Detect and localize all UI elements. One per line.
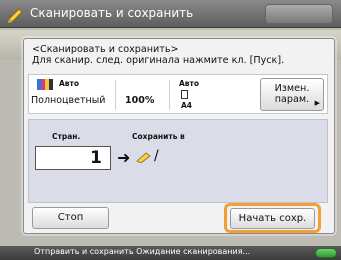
status-indicator-button[interactable] xyxy=(315,248,337,258)
scan-status-area: Стран. Сохранить в 1 ➜ / xyxy=(28,119,328,203)
pen-icon xyxy=(136,152,151,163)
dialog-message-line2: Для сканир. след. оригинала нажмите кл. … xyxy=(32,55,285,66)
divider xyxy=(169,80,170,110)
pages-label: Стран. xyxy=(52,132,81,141)
zoom-value: 100% xyxy=(125,95,155,106)
pages-count: 1 xyxy=(35,146,111,170)
start-save-button-highlight: Начать сохр. xyxy=(224,203,321,233)
color-mode-icon xyxy=(37,79,53,90)
pen-icon xyxy=(8,8,23,23)
paper-label: Авто xyxy=(179,79,200,88)
top-right-button[interactable] xyxy=(265,4,333,24)
dialog-message: <Сканировать и сохранить> Для сканир. сл… xyxy=(32,44,284,66)
chevron-right-icon: ▶ xyxy=(314,99,320,107)
scan-and-save-dialog: <Сканировать и сохранить> Для сканир. сл… xyxy=(23,38,335,234)
arrow-right-icon: ➜ xyxy=(117,148,131,167)
stop-button[interactable]: Стоп xyxy=(32,207,109,229)
save-path: / xyxy=(154,148,159,164)
divider xyxy=(115,80,116,110)
title-bar: Сканировать и сохранить xyxy=(0,0,341,28)
change-params-label-line1: Измен. xyxy=(274,83,310,94)
change-params-button[interactable]: Измен. парам. ▶ xyxy=(260,78,324,111)
color-mode-label: Авто xyxy=(59,79,80,88)
settings-summary-panel: Авто Полноцветный 100% Авто A4 Измен. па… xyxy=(28,74,328,114)
start-save-button[interactable]: Начать сохр. xyxy=(230,208,315,229)
paper-icon xyxy=(181,90,188,99)
dialog-message-line1: <Сканировать и сохранить> xyxy=(32,44,179,55)
window-title: Сканировать и сохранить xyxy=(30,6,194,20)
status-text: Отправить и сохранить Ожидание сканирова… xyxy=(34,247,251,256)
color-mode-value: Полноцветный xyxy=(31,95,106,106)
status-bar: Отправить и сохранить Ожидание сканирова… xyxy=(0,246,341,260)
paper-value: A4 xyxy=(181,101,193,110)
save-to-label: Сохранить в xyxy=(132,132,185,141)
